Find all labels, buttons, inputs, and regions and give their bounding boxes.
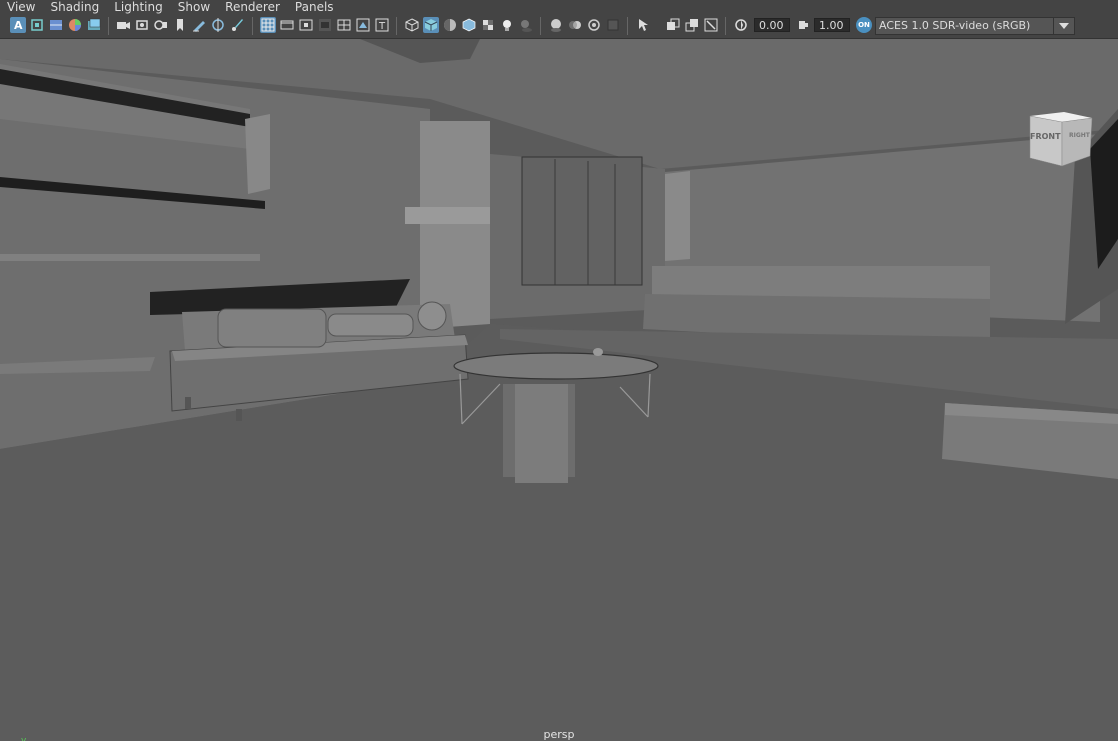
wireframe-on-shaded-icon[interactable] — [461, 17, 477, 33]
select-camera-icon[interactable]: A — [10, 17, 26, 33]
track-tool-icon[interactable] — [210, 17, 226, 33]
color-wheel-icon[interactable] — [67, 17, 83, 33]
default-material-icon[interactable] — [442, 17, 458, 33]
menu-panels[interactable]: Panels — [288, 0, 342, 14]
lights-icon[interactable] — [499, 17, 515, 33]
image-plane-icon[interactable] — [48, 17, 64, 33]
scene-render — [0, 39, 1118, 741]
view-transform-select[interactable]: ACES 1.0 SDR-video (sRGB) — [875, 17, 1075, 35]
frame-selected-icon[interactable] — [684, 17, 700, 33]
chevron-down-icon — [1053, 18, 1074, 34]
grease-pencil-icon[interactable] — [191, 17, 207, 33]
gate-mask-icon[interactable] — [317, 17, 333, 33]
panel-toolbar: A T 0.00 1.00 ON ACES 1.0 SDR-video (sRG… — [0, 14, 1118, 39]
perspective-viewport[interactable]: FRONT RIGHT y x z — [0, 39, 1118, 741]
depth-of-field-icon[interactable] — [605, 17, 621, 33]
viewcube-right-label: RIGHT — [1069, 132, 1090, 139]
view-transform-label: ACES 1.0 SDR-video (sRGB) — [879, 19, 1031, 32]
video-camera-icon[interactable] — [115, 17, 131, 33]
menu-lighting[interactable]: Lighting — [107, 0, 171, 14]
film-gate-toggle-icon[interactable] — [279, 17, 295, 33]
field-chart-icon[interactable] — [336, 17, 352, 33]
safe-title-icon[interactable] — [355, 17, 371, 33]
paint-brush-icon[interactable] — [229, 17, 245, 33]
view-cube[interactable]: FRONT RIGHT — [1026, 108, 1096, 168]
grid-icon[interactable] — [260, 17, 276, 33]
xray-icon[interactable] — [480, 17, 496, 33]
menu-show[interactable]: Show — [171, 0, 218, 14]
film-gate-icon[interactable] — [86, 17, 102, 33]
svg-text:A: A — [14, 19, 23, 32]
menu-shading[interactable]: Shading — [43, 0, 107, 14]
gamma-icon[interactable] — [795, 17, 811, 33]
gamma-field[interactable]: 1.00 — [814, 18, 850, 32]
ambient-occlusion-icon[interactable] — [548, 17, 564, 33]
wireframe-icon[interactable] — [404, 17, 420, 33]
menu-view[interactable]: View — [0, 0, 43, 14]
camera-attributes-icon[interactable] — [29, 17, 45, 33]
svg-text:T: T — [378, 21, 386, 32]
shadows-icon[interactable] — [518, 17, 534, 33]
isolate-select-icon[interactable] — [635, 17, 651, 33]
color-management-badge: ON — [858, 21, 870, 29]
exposure-icon[interactable] — [733, 17, 749, 33]
frame-all-icon[interactable] — [665, 17, 681, 33]
bookmark-icon[interactable] — [172, 17, 188, 33]
text-overlay-icon[interactable]: T — [374, 17, 390, 33]
resolution-gate-icon[interactable] — [298, 17, 314, 33]
safe-action-icon[interactable] — [153, 17, 169, 33]
motion-blur-icon[interactable] — [567, 17, 583, 33]
viewcube-front-label: FRONT — [1030, 132, 1061, 141]
panel-menubar: View Shading Lighting Show Renderer Pane… — [0, 0, 1118, 14]
anti-alias-icon[interactable] — [586, 17, 602, 33]
camera-gate-icon[interactable] — [134, 17, 150, 33]
color-management-toggle[interactable]: ON — [856, 17, 872, 33]
exposure-field[interactable]: 0.00 — [754, 18, 790, 32]
viewport-resize-icon[interactable] — [703, 17, 719, 33]
menu-renderer[interactable]: Renderer — [218, 0, 288, 14]
camera-name-label: persp — [543, 728, 575, 741]
smooth-shade-icon[interactable] — [423, 17, 439, 33]
